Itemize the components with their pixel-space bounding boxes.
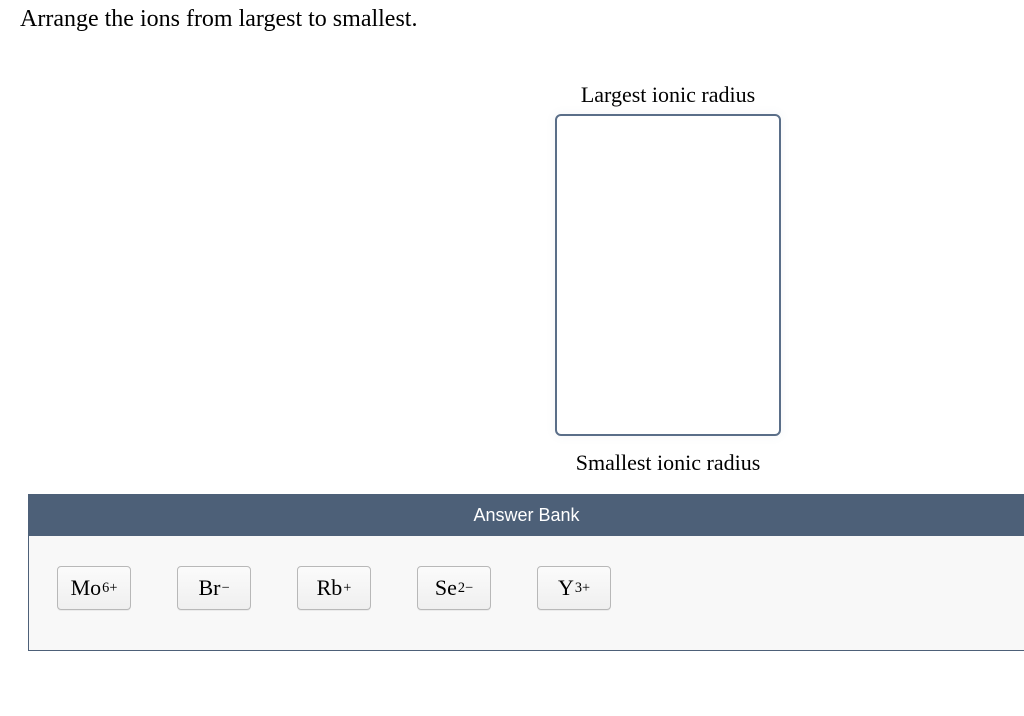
largest-label: Largest ionic radius: [548, 82, 788, 108]
ion-base: Rb: [317, 575, 343, 601]
ion-tile-mo6plus[interactable]: Mo6+: [57, 566, 131, 610]
answer-bank-body: Mo6+ Br− Rb+ Se2− Y3+: [29, 536, 1024, 650]
smallest-label: Smallest ionic radius: [548, 450, 788, 476]
answer-bank: Answer Bank Mo6+ Br− Rb+ Se2− Y3+: [28, 494, 1024, 651]
ion-tile-y3plus[interactable]: Y3+: [537, 566, 611, 610]
ion-base: Mo: [71, 575, 102, 601]
answer-bank-header: Answer Bank: [29, 495, 1024, 536]
ion-tile-rbplus[interactable]: Rb+: [297, 566, 371, 610]
question-text: Arrange the ions from largest to smalles…: [20, 6, 417, 33]
ion-base: Y: [558, 575, 574, 601]
ion-base: Br: [198, 575, 220, 601]
ion-base: Se: [435, 575, 457, 601]
ion-tile-brminus[interactable]: Br−: [177, 566, 251, 610]
drop-area: Largest ionic radius Smallest ionic radi…: [548, 82, 788, 476]
ion-tile-se2minus[interactable]: Se2−: [417, 566, 491, 610]
ranking-drop-zone[interactable]: [555, 114, 781, 436]
